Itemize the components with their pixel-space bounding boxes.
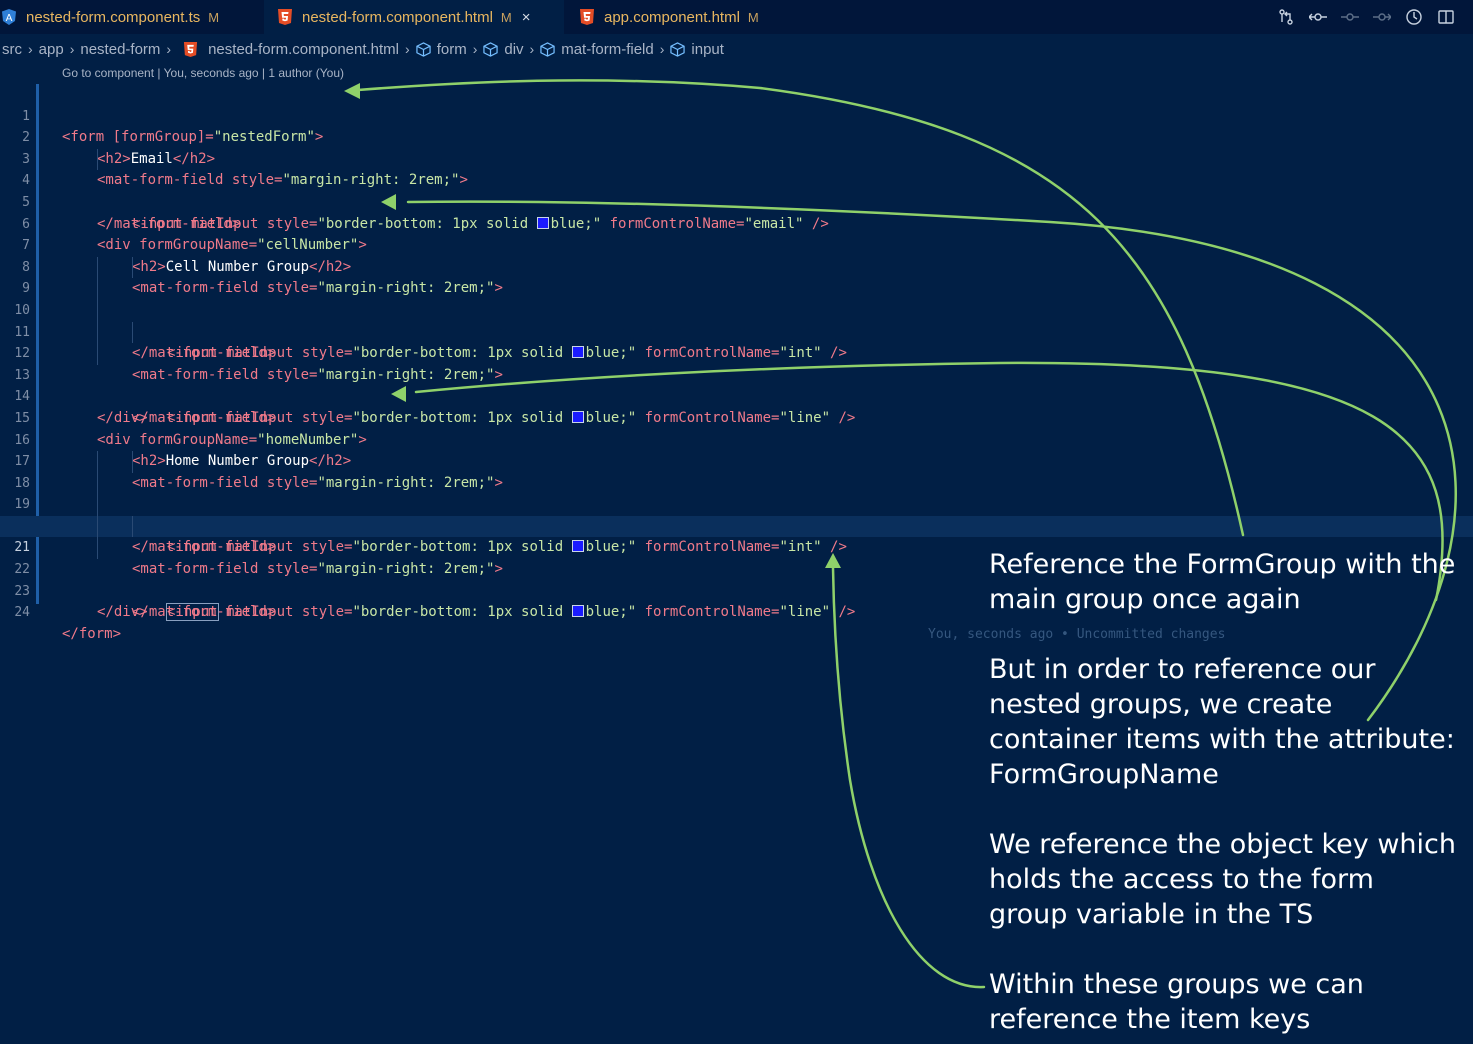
breadcrumb-item-input[interactable]: input: [691, 41, 724, 58]
breadcrumb-item-mat-form-field[interactable]: mat-form-field: [561, 41, 654, 58]
code-line: 12 <input matInput style="border-bottom:…: [0, 321, 1473, 426]
editor-actions: [1277, 0, 1455, 34]
code-line: 18 <input matInput style="border-bottom:…: [0, 451, 1473, 555]
code-line: 20 <mat-form-field style="margin-right: …: [0, 494, 1473, 577]
code-line: 8 <mat-form-field style="margin-right: 2…: [0, 235, 1473, 297]
tab-nested-form-ts[interactable]: A nested-form.component.ts M: [0, 0, 264, 34]
html5-icon: [184, 41, 198, 57]
symbol-element-icon: [670, 41, 686, 57]
annotation-object-key: We reference the object key which holds …: [989, 829, 1456, 930]
breadcrumb-separator: ›: [69, 41, 75, 57]
code-line: 2 <h2>Email</h2>: [0, 106, 1473, 167]
breadcrumb-item-div[interactable]: div: [504, 41, 523, 58]
code-line: 17 <mat-form-field style="margin-right: …: [0, 430, 1473, 491]
code-line: 7 <h2>Cell Number Group</h2>: [0, 214, 1473, 275]
tab-label: app.component.html: [604, 8, 740, 26]
breadcrumb-item-nested-form[interactable]: nested-form: [80, 41, 160, 58]
tag: </form>: [62, 625, 122, 642]
code-line: 5 </mat-form-field>: [0, 170, 1473, 232]
code-line: 10 </mat-form-field>: [0, 278, 1473, 361]
attr: formControlName=: [636, 604, 780, 621]
code-line: 6 <div formGroupName="cellNumber">: [0, 192, 1473, 254]
indent-guide: [97, 472, 98, 495]
git-blame-annotation: You, seconds ago • Uncommitted changes: [928, 626, 1226, 642]
code-line: 13 </mat-form-field>: [0, 343, 1473, 426]
split-editor-icon[interactable]: [1437, 8, 1455, 26]
string: "border-bottom: 1px solid: [352, 604, 572, 621]
breadcrumb-separator: ›: [529, 41, 535, 57]
code-line: 15 <div formGroupName="homeNumber">: [0, 386, 1473, 448]
tag: </div>: [97, 604, 148, 621]
indent-guide: [132, 321, 133, 344]
indent-guide: [97, 537, 98, 560]
symbol-element-icon: [483, 41, 499, 57]
indent-guide: [132, 515, 133, 538]
git-commit-next-icon[interactable]: [1373, 8, 1391, 26]
code-line: 9 <input matInput style="border-bottom: …: [0, 256, 1473, 361]
code-line: 16 <h2>Home Number Group</h2>: [0, 408, 1473, 470]
git-commit-icon[interactable]: [1341, 8, 1359, 26]
breadcrumb-item-app[interactable]: app: [39, 41, 64, 58]
indent-guide: [132, 451, 133, 473]
indent-guide: [97, 148, 98, 171]
angular-icon: A: [2, 9, 16, 25]
indent-guide: [97, 299, 98, 322]
code-line: 3 <mat-form-field style="margin-right: 2…: [0, 127, 1473, 189]
annotation-item-keys: Within these groups we can reference the…: [989, 969, 1364, 1035]
tab-app-component-html[interactable]: app.component.html M: [576, 0, 780, 34]
code-line: 14 </div>: [0, 365, 1473, 426]
code-line-current: 21 <input matInput style="border-bottom:…: [0, 515, 1473, 642]
code-editor[interactable]: 1 <form [formGroup]="nestedForm"> 2 <h2>…: [0, 84, 1473, 642]
indent-guide: [97, 451, 98, 473]
breadcrumb-separator: ›: [405, 41, 410, 57]
modified-badge: M: [747, 9, 759, 25]
code-line: 19 </mat-form-field>: [0, 472, 1473, 555]
line-number: 24: [14, 605, 30, 621]
code-line: 4 <input matInput style="border-bottom: …: [0, 148, 1473, 232]
tab-nested-form-html[interactable]: nested-form.component.html M ×: [264, 0, 564, 34]
breadcrumb-separator: ›: [28, 41, 33, 57]
breadcrumb-separator: ›: [472, 41, 478, 57]
breadcrumb-separator: ›: [166, 41, 172, 57]
indent-guide: [132, 256, 133, 279]
tag: </mat-form-field>: [132, 604, 276, 621]
code-line: 1 <form [formGroup]="nestedForm">: [0, 84, 1473, 146]
breadcrumb-separator: ›: [659, 41, 665, 57]
svg-text:A: A: [6, 13, 13, 24]
html5-icon: [580, 9, 594, 25]
indent-guide: [97, 343, 98, 365]
indent-guide: [97, 256, 98, 279]
breadcrumb-item-src[interactable]: src: [2, 41, 22, 58]
html5-icon: [278, 9, 292, 25]
tab-bar: A nested-form.component.ts M nested-form…: [0, 0, 1473, 34]
tab-label: nested-form.component.html: [302, 8, 493, 26]
breadcrumb-item-file[interactable]: nested-form.component.html: [208, 41, 399, 58]
annotation-nested-groups: But in order to reference our nested gro…: [989, 654, 1455, 790]
annotation-form-group: Reference the FormGroup with the main gr…: [989, 549, 1456, 615]
breadcrumb-item-form[interactable]: form: [437, 41, 467, 58]
codelens[interactable]: Go to component | You, seconds ago | 1 a…: [62, 66, 344, 80]
modified-badge: M: [208, 9, 220, 25]
indent-guide: [97, 321, 98, 344]
git-commit-icon[interactable]: [1309, 8, 1327, 26]
symbol-element-icon: [416, 41, 431, 57]
color-swatch[interactable]: [571, 605, 584, 618]
string: "line": [779, 604, 831, 621]
timeline-icon[interactable]: [1405, 8, 1423, 26]
string: blue;": [585, 604, 637, 621]
close-icon[interactable]: ×: [522, 9, 531, 26]
breadcrumb: src › app › nested-form › nested-form.co…: [2, 38, 724, 60]
indent-guide: [97, 494, 98, 516]
modified-badge: M: [500, 9, 512, 25]
symbol-element-icon: [540, 41, 555, 57]
compare-changes-icon[interactable]: [1277, 8, 1295, 26]
tab-label: nested-form.component.ts: [26, 8, 201, 26]
indent-guide: [97, 515, 98, 538]
indent-guide: [97, 278, 98, 300]
code-line: 11 <mat-form-field style="margin-right: …: [0, 299, 1473, 383]
punc: />: [830, 604, 856, 621]
